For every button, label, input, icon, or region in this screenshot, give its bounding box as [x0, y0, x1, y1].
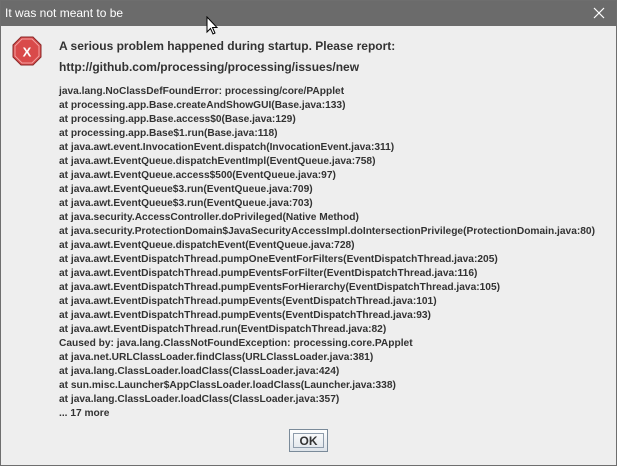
- stack-trace-line: at java.awt.EventQueue.dispatchEvent(Eve…: [59, 240, 355, 251]
- title-bar[interactable]: It was not meant to be: [1, 1, 616, 26]
- ok-button-label: OK: [299, 433, 318, 448]
- stack-trace-line: at java.security.AccessController.doPriv…: [59, 212, 359, 223]
- stack-trace-line: at java.awt.EventDispatchThread.run(Even…: [59, 324, 387, 335]
- stack-trace-line: at java.lang.ClassLoader.loadClass(Class…: [59, 366, 340, 377]
- stack-trace-line: at java.awt.EventDispatchThread.pumpEven…: [59, 296, 437, 307]
- error-icon: X: [12, 36, 42, 66]
- stack-trace-line: at java.net.URLClassLoader.findClass(URL…: [59, 352, 374, 363]
- stack-trace-line: at java.awt.EventQueue$3.run(EventQueue.…: [59, 184, 313, 195]
- close-icon: [593, 7, 605, 19]
- stack-trace-line: java.lang.NoClassDefFoundError: processi…: [59, 86, 345, 97]
- stack-trace-line: at java.awt.EventDispatchThread.pumpEven…: [59, 268, 478, 279]
- stack-trace-line: at processing.app.Base$1.run(Base.java:1…: [59, 128, 278, 139]
- error-dialog-window: It was not meant to be X A serious probl…: [0, 0, 617, 466]
- stack-trace-line: ... 17 more: [59, 408, 110, 419]
- stack-trace-line: at java.awt.EventQueue.access$500(EventQ…: [59, 170, 336, 181]
- stack-trace-line: at java.awt.EventQueue$3.run(EventQueue.…: [59, 198, 313, 209]
- stack-trace-line: at java.awt.EventQueue.dispatchEventImpl…: [59, 156, 376, 167]
- error-message-text: A serious problem happened during startu…: [59, 39, 396, 53]
- stack-trace-line: at processing.app.Base.createAndShowGUI(…: [59, 100, 346, 111]
- report-url: http://github.com/processing/processing/…: [59, 60, 360, 74]
- stack-trace-line: Caused by: java.lang.ClassNotFoundExcept…: [59, 338, 413, 349]
- stack-trace-line: at processing.app.Base.access$0(Base.jav…: [59, 114, 296, 125]
- ok-button[interactable]: OK: [289, 429, 328, 452]
- stack-trace: java.lang.NoClassDefFoundError: processi…: [59, 85, 595, 421]
- close-button[interactable]: [582, 1, 616, 26]
- stack-trace-line: at java.awt.EventDispatchThread.pumpEven…: [59, 282, 501, 293]
- stack-trace-line: at java.lang.ClassLoader.loadClass(Class…: [59, 394, 340, 405]
- window-title: It was not meant to be: [5, 6, 124, 20]
- svg-text:X: X: [23, 45, 32, 60]
- stack-trace-line: at sun.misc.Launcher$AppClassLoader.load…: [59, 380, 396, 391]
- stack-trace-line: at java.awt.EventDispatchThread.pumpOneE…: [59, 254, 498, 265]
- stack-trace-line: at java.awt.EventDispatchThread.pumpEven…: [59, 310, 431, 321]
- stack-trace-line: at java.security.ProtectionDomain$JavaSe…: [59, 226, 595, 237]
- error-message: A serious problem happened during startu…: [59, 39, 395, 81]
- stack-trace-line: at java.awt.event.InvocationEvent.dispat…: [59, 142, 395, 153]
- mouse-pointer-icon: [206, 16, 218, 35]
